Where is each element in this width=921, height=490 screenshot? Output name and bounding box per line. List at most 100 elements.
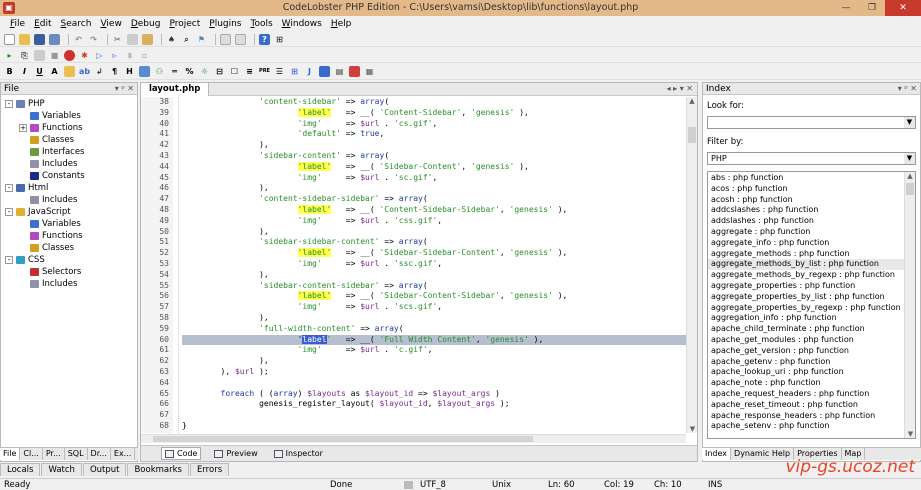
index-item[interactable]: aggregation_info : php function [708,313,906,324]
pre-icon[interactable]: PRE [259,66,270,77]
code-line[interactable]: ), $url ); [182,367,686,378]
code-line[interactable]: ), [182,140,686,151]
chevron-down-icon[interactable]: ▼ [904,153,915,164]
table-icon[interactable]: ⊟ [214,66,225,77]
filter-by-combobox[interactable]: PHP ▼ [707,152,916,165]
code-line[interactable]: foreach ( (array) $layouts as $layout_id… [182,389,686,400]
layout-icon[interactable] [220,33,231,45]
javascript-icon[interactable]: J [304,66,315,77]
tree-item-includes[interactable]: Includes [5,158,137,170]
code-line[interactable]: 'label' => __( 'Sidebar-Sidebar-Content'… [182,248,686,259]
more-icon[interactable]: ▦ [364,66,375,77]
menu-project[interactable]: Project [169,19,200,29]
code-line[interactable]: 'sidebar-sidebar-content' => array( [182,237,686,248]
underline-icon[interactable]: U [34,66,45,77]
code-line[interactable]: 'img' => $url . 'css.gif', [182,216,686,227]
collapse-icon[interactable]: - [5,99,13,108]
code-line[interactable]: 'label' => __( 'Sidebar-Content-Sidebar'… [182,291,686,302]
heading-icon[interactable]: H [124,66,135,77]
output-tab-bookmarks[interactable]: Bookmarks [127,463,189,476]
insert-link-icon[interactable]: ⚇ [154,66,165,77]
index-item[interactable]: aggregate_properties_by_regexp : php fun… [708,303,906,314]
index-item[interactable]: aggregate_properties_by_list : php funct… [708,292,906,303]
index-panel-tab-index[interactable]: Index [702,448,732,460]
image-icon[interactable]: ab [79,66,90,77]
flash-icon[interactable] [349,66,360,77]
debug-config-icon[interactable] [34,49,45,61]
index-item[interactable]: apache_setenv : php function [708,421,906,432]
look-for-combobox[interactable]: ▼ [707,116,916,129]
italic-icon[interactable]: I [19,66,30,77]
redo-icon[interactable]: ↷ [88,34,99,45]
index-item[interactable]: aggregate_methods : php function [708,249,906,260]
frame-icon[interactable]: ▤ [334,66,345,77]
code-line[interactable]: 'img' => $url . 'c.gif', [182,345,686,356]
tree-item-classes[interactable]: Classes [5,134,137,146]
code-line[interactable]: ), [182,313,686,324]
tree-item-classes[interactable]: Classes [5,242,137,254]
save-all-icon[interactable] [49,33,60,45]
index-item[interactable]: aggregate_methods_by_regexp : php functi… [708,270,906,281]
tree-item-php[interactable]: - PHP [5,98,137,110]
code-line[interactable]: 'img' => $url . 'scs.gif', [182,302,686,313]
new-file-icon[interactable] [4,33,15,45]
code-line[interactable]: ), [182,356,686,367]
tree-item-interfaces[interactable]: Interfaces [5,146,137,158]
maximize-button[interactable]: ❐ [859,0,885,16]
step-into-icon[interactable]: ▷ [94,50,105,61]
index-scrollbar[interactable]: ▲ ▼ [904,172,915,438]
index-item[interactable]: apache_child_terminate : php function [708,324,906,335]
paragraph-icon[interactable]: ↲ [94,66,105,77]
code-line[interactable]: 'label' => __( 'Content-Sidebar-Sidebar'… [182,204,686,216]
bold-icon[interactable]: B [4,66,15,77]
index-item[interactable]: apache_get_modules : php function [708,335,906,346]
align-icon[interactable]: ≡ [244,66,255,77]
code-line[interactable]: 'full-width-content' => array( [182,324,686,335]
editor-vertical-scrollbar[interactable]: ▲ ▼ [686,97,697,433]
index-item[interactable]: aggregate_info : php function [708,238,906,249]
code-line[interactable]: genesis_register_layout( $layout_id, $la… [182,399,686,410]
step-over-icon[interactable]: ▹ [109,50,120,61]
output-tab-locals[interactable]: Locals [0,463,41,476]
tree-item-css[interactable]: - CSS [5,254,137,266]
tree-item-html[interactable]: - Html [5,182,137,194]
index-item[interactable]: apache_reset_timeout : php function [708,400,906,411]
view-tab-preview[interactable]: Preview [211,448,260,459]
menu-debug[interactable]: Debug [131,19,161,29]
file-panel-tab-3[interactable]: SQL [64,448,88,460]
panel-controls[interactable]: ▾ ᵖ ✕ [115,83,134,95]
pilcrow-icon[interactable]: ¶ [109,66,120,77]
insert-image-icon[interactable] [139,66,150,77]
index-item[interactable]: apache_lookup_uri : php function [708,367,906,378]
tree-item-includes[interactable]: Includes [5,194,137,206]
tree-item-functions[interactable]: + Functions [5,122,137,134]
stop-icon[interactable]: ■ [49,50,60,61]
code-line[interactable]: 'img' => $url . 'cs.gif', [182,119,686,130]
list-icon[interactable]: ☰ [274,66,285,77]
tree-item-javascript[interactable]: - JavaScript [5,206,137,218]
index-item[interactable]: acos : php function [708,184,906,195]
file-panel-tab-0[interactable]: File [0,448,21,460]
index-item[interactable]: apache_getenv : php function [708,357,906,368]
view-tab-code[interactable]: Code [161,447,202,460]
find-icon[interactable]: ♠ [166,34,177,45]
code-line[interactable] [182,410,686,421]
open-folder-icon[interactable] [19,33,30,45]
index-item[interactable]: apache_get_version : php function [708,346,906,357]
code-line[interactable]: 'label' => __( 'Content-Sidebar', 'genes… [182,107,686,119]
code-line[interactable]: 'content-sidebar-sidebar' => array( [182,194,686,205]
view-tab-inspector[interactable]: Inspector [271,448,326,459]
code-line[interactable]: ), [182,270,686,281]
panels-icon[interactable] [235,33,246,45]
code-line[interactable]: ), [182,227,686,238]
hr-icon[interactable]: ═ [169,66,180,77]
expand-icon[interactable]: + [19,123,27,132]
collapse-icon[interactable]: - [5,255,13,264]
code-line[interactable]: 'sidebar-content-sidebar' => array( [182,281,686,292]
index-panel-controls[interactable]: ▾ ᵖ ✕ [898,83,917,95]
tree-item-selectors[interactable]: Selectors [5,266,137,278]
html-icon[interactable] [64,66,75,77]
table-insert-icon[interactable]: ⊞ [289,66,300,77]
paste-icon[interactable] [142,33,153,45]
menu-edit[interactable]: Edit [34,19,51,29]
